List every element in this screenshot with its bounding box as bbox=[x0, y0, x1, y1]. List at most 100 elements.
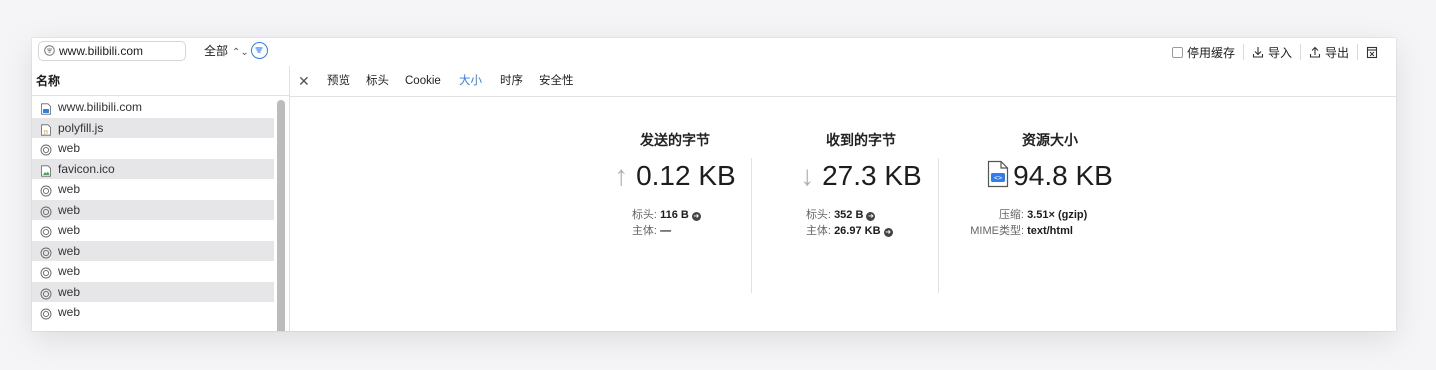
request-row[interactable]: web bbox=[32, 302, 274, 323]
tab-preview[interactable]: 预览 bbox=[327, 66, 350, 96]
request-name: web bbox=[58, 141, 81, 155]
sent-bytes-value-row: ↑ 0.12 KB bbox=[590, 160, 760, 192]
resource-size-title: 资源大小 bbox=[1022, 132, 1078, 148]
circle-icon bbox=[40, 286, 52, 299]
name-column-header[interactable]: 名称 bbox=[32, 66, 289, 96]
details-tabs: ✕ 预览 标头 Cookie 大小 时序 安全性 bbox=[290, 66, 1396, 97]
received-headers-value: 352 B bbox=[834, 209, 864, 221]
export-button[interactable]: 导出 bbox=[1301, 43, 1357, 61]
resource-type-select[interactable]: 全部 ⌃⌄ bbox=[204, 42, 249, 62]
request-row[interactable]: web bbox=[32, 220, 274, 241]
details-panel: ✕ 预览 标头 Cookie 大小 时序 安全性 发送的字节 ↑ 0.12 KB… bbox=[290, 66, 1396, 331]
received-body-value: 26.97 KB bbox=[834, 225, 881, 237]
sent-bytes-title: 发送的字节 bbox=[640, 132, 710, 148]
request-row[interactable]: favicon.ico bbox=[32, 158, 274, 179]
sent-bytes-details: 标头: 116 B ➜ 主体: — bbox=[616, 207, 701, 239]
resource-size-details: 压缩: 3.51× (gzip) MIME类型: text/html bbox=[960, 207, 1087, 239]
svg-text:JS: JS bbox=[43, 129, 48, 135]
disable-cache-toggle[interactable]: 停用缓存 bbox=[1164, 43, 1243, 61]
request-name: favicon.ico bbox=[58, 161, 115, 176]
request-list: www.bilibili.com JS polyfill.js web favicon.… bbox=[32, 97, 274, 323]
request-row[interactable]: JS polyfill.js bbox=[32, 117, 274, 138]
compression-value: 3.51× (gzip) bbox=[1027, 209, 1088, 221]
request-row[interactable]: web bbox=[32, 138, 274, 159]
svg-text:<>: <> bbox=[994, 174, 1002, 182]
clear-log-button[interactable] bbox=[1358, 43, 1390, 61]
request-list-panel: 名称 www.bilibili.com JS polyfill.js web favic… bbox=[32, 66, 290, 331]
tab-timing[interactable]: 时序 bbox=[500, 66, 523, 96]
resource-type-value: 全部 bbox=[204, 44, 229, 58]
import-button[interactable]: 导入 bbox=[1244, 43, 1300, 61]
js-file-icon: JS bbox=[40, 122, 52, 136]
request-row[interactable]: web bbox=[32, 179, 274, 200]
mime-type-value: text/html bbox=[1027, 225, 1073, 237]
download-icon bbox=[1252, 47, 1264, 58]
filter-circle-icon bbox=[44, 45, 55, 56]
request-row[interactable]: web bbox=[32, 261, 274, 282]
disable-cache-label: 停用缓存 bbox=[1186, 45, 1235, 60]
request-name: web bbox=[58, 264, 81, 278]
request-name: web bbox=[58, 243, 81, 258]
upload-icon bbox=[1309, 46, 1321, 58]
request-row[interactable]: web bbox=[32, 240, 274, 261]
received-bytes-title: 收到的字节 bbox=[826, 132, 896, 148]
circle-icon bbox=[40, 245, 52, 258]
filter-icon bbox=[255, 47, 263, 53]
close-icon[interactable]: ✕ bbox=[298, 66, 310, 96]
go-arrow-icon[interactable]: ➜ bbox=[883, 228, 893, 237]
html-doc-icon bbox=[40, 101, 52, 115]
request-row[interactable]: web bbox=[32, 199, 274, 220]
image-file-icon bbox=[40, 163, 52, 177]
go-arrow-icon[interactable]: ➜ bbox=[866, 212, 876, 221]
circle-icon bbox=[40, 306, 52, 320]
sent-bytes-value: 0.12 KB bbox=[636, 160, 736, 191]
received-headers-label: 标头: bbox=[805, 209, 831, 221]
search-input[interactable]: www.bilibili.com bbox=[38, 41, 186, 61]
sent-bytes-section: 发送的字节 ↑ 0.12 KB 标头: 116 B ➜ 主体: — bbox=[590, 96, 760, 237]
toolbar: www.bilibili.com 全部 ⌃⌄ 停用缓存 导入 导出 bbox=[32, 38, 1396, 67]
clear-icon bbox=[1366, 46, 1378, 58]
request-name: web bbox=[58, 182, 81, 196]
resource-size-value-row: <> 94.8 KB bbox=[960, 160, 1140, 192]
go-arrow-icon[interactable]: ➜ bbox=[691, 212, 701, 221]
request-row[interactable]: www.bilibili.com bbox=[32, 97, 274, 118]
circle-icon bbox=[40, 204, 52, 217]
up-arrow-icon: ↑ bbox=[614, 160, 629, 191]
circle-icon bbox=[40, 265, 52, 279]
compression-label: 压缩: bbox=[998, 209, 1024, 221]
column-divider bbox=[938, 158, 939, 293]
received-bytes-section: 收到的字节 ↓ 27.3 KB 标头: 352 B ➜ 主体: 26.97 KB ➜ bbox=[776, 96, 946, 237]
request-row[interactable]: web bbox=[32, 281, 274, 302]
chevron-updown-icon: ⌃⌄ bbox=[232, 47, 249, 58]
received-bytes-details: 标头: 352 B ➜ 主体: 26.97 KB ➜ bbox=[790, 207, 893, 239]
received-bytes-value: 27.3 KB bbox=[822, 160, 922, 191]
mime-type-label: MIME类型: bbox=[970, 225, 1024, 237]
filter-toggle-button[interactable] bbox=[251, 42, 268, 59]
network-inspector-window: www.bilibili.com 全部 ⌃⌄ 停用缓存 导入 导出 名称 www… bbox=[32, 38, 1396, 331]
received-bytes-value-row: ↓ 27.3 KB bbox=[776, 160, 946, 192]
request-name: polyfill.js bbox=[58, 120, 104, 135]
tab-cookie[interactable]: Cookie bbox=[405, 66, 441, 96]
export-label: 导出 bbox=[1324, 45, 1349, 60]
received-body-label: 主体: bbox=[805, 225, 831, 237]
toolbar-right-group: 停用缓存 导入 导出 bbox=[1164, 42, 1390, 62]
html-document-icon: <> bbox=[988, 160, 1009, 188]
disable-cache-checkbox[interactable] bbox=[1171, 46, 1183, 58]
circle-icon bbox=[40, 183, 52, 197]
tab-headers[interactable]: 标头 bbox=[366, 66, 389, 96]
sent-headers-value: 116 B bbox=[660, 209, 689, 221]
request-name: www.bilibili.com bbox=[58, 100, 143, 114]
request-name: web bbox=[58, 202, 81, 217]
circle-icon bbox=[40, 142, 52, 156]
request-name: web bbox=[58, 284, 81, 299]
tab-size[interactable]: 大小 bbox=[459, 66, 482, 96]
search-text: www.bilibili.com bbox=[59, 44, 144, 58]
down-arrow-icon: ↓ bbox=[800, 160, 815, 191]
sent-headers-label: 标头: bbox=[631, 209, 657, 221]
resource-size-section: 资源大小 <> 94.8 KB 压缩: 3.51× (gzip) MIME类型:… bbox=[960, 96, 1140, 237]
tab-security[interactable]: 安全性 bbox=[539, 66, 574, 96]
sent-body-label: 主体: bbox=[631, 225, 657, 237]
request-list-scrollbar[interactable] bbox=[277, 100, 285, 331]
column-divider bbox=[751, 158, 752, 293]
sent-body-value: — bbox=[660, 225, 672, 237]
